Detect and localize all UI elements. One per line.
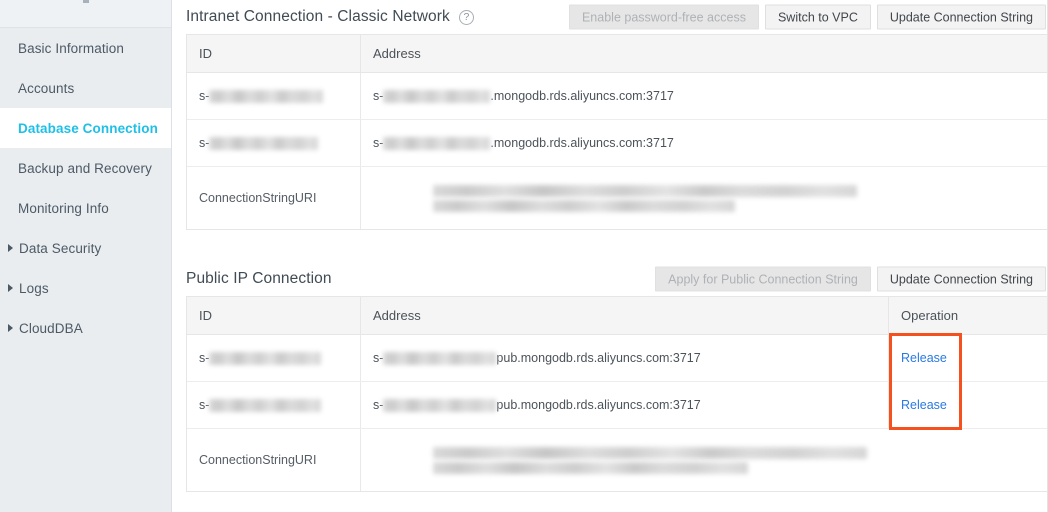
button-update-connection-string[interactable]: Update Connection String (876, 266, 1046, 292)
table-row-connection-string-uri: ConnectionStringURI (187, 429, 1047, 491)
question-circle-icon[interactable]: ? (458, 9, 474, 25)
button-switch-to-vpc[interactable]: Switch to VPC (764, 4, 871, 30)
id-prefix: s- (199, 351, 210, 365)
cell-uri-label: ConnectionStringURI (187, 429, 361, 491)
address-prefix: s- (373, 351, 384, 365)
chevron-right-icon (8, 244, 13, 252)
redacted-id-value (209, 351, 322, 365)
table-row-connection-string-uri: ConnectionStringURI (187, 167, 1047, 229)
redacted-address-value (383, 398, 497, 412)
sidebar-item-label: Basic Information (18, 40, 124, 56)
sidebar-item-label: Logs (19, 280, 49, 296)
cell-operation: Release (889, 335, 1047, 381)
column-header-id: ID (187, 35, 361, 72)
intranet-section-header: Intranet Connection - Classic Network ? … (172, 0, 1047, 34)
id-prefix: s- (199, 398, 210, 412)
table-row: s- s- pub.mongodb.rds.aliyuncs.com:3717 … (187, 335, 1047, 382)
column-header-address: Address (361, 297, 889, 334)
sidebar-menu: Basic Information Accounts Database Connec… (0, 28, 171, 348)
sidebar-item-clouddba[interactable]: CloudDBA (0, 308, 171, 348)
id-prefix: s- (199, 89, 210, 103)
redacted-id-value (209, 89, 324, 103)
button-update-connection-string[interactable]: Update Connection String (876, 4, 1046, 30)
redacted-address-value (383, 351, 497, 365)
collapse-handle-icon (82, 0, 89, 3)
cell-address: s- .mongodb.rds.aliyuncs.com:3717 (361, 120, 1047, 166)
intranet-connection-table: ID Address s- s- .mongodb.rds.aliyuncs.c… (186, 34, 1047, 230)
intranet-title: Intranet Connection - Classic Network (186, 8, 450, 25)
sidebar-partial-item-top[interactable] (0, 0, 171, 28)
table-row: s- s- pub.mongodb.rds.aliyuncs.com:3717 … (187, 382, 1047, 429)
table-header-row: ID Address (187, 35, 1047, 73)
cell-id: s- (187, 73, 361, 119)
public-title: Public IP Connection (186, 270, 332, 287)
redacted-address-value (383, 89, 491, 103)
cell-id: s- (187, 120, 361, 166)
address-prefix: s- (373, 89, 384, 103)
column-header-operation: Operation (901, 308, 959, 323)
sidebar-item-label: Backup and Recovery (18, 160, 152, 176)
cell-operation: Release (889, 382, 1047, 428)
column-header-id: ID (187, 297, 361, 334)
cell-address: s- pub.mongodb.rds.aliyuncs.com:3717 (361, 335, 889, 381)
redacted-address-value (383, 136, 491, 150)
sidebar-item-data-security[interactable]: Data Security (0, 228, 171, 268)
chevron-right-icon (8, 284, 13, 292)
sidebar-item-label: Data Security (19, 240, 102, 256)
sidebar-item-logs[interactable]: Logs (0, 268, 171, 308)
redacted-uri-value (433, 446, 867, 474)
redacted-id-value (209, 398, 322, 412)
sidebar-item-label: Database Connection (18, 120, 158, 136)
release-link[interactable]: Release (901, 351, 947, 365)
intranet-action-buttons: Enable password-free access Switch to VPC… (568, 4, 1046, 30)
sidebar-item-backup-and-recovery[interactable]: Backup and Recovery (0, 148, 171, 188)
id-prefix: s- (199, 136, 210, 150)
column-header-address: Address (373, 46, 421, 61)
sidebar-item-database-connection[interactable]: Database Connection (0, 108, 171, 148)
address-suffix: .mongodb.rds.aliyuncs.com:3717 (490, 136, 674, 150)
button-apply-for-public-connection-string: Apply for Public Connection String (655, 266, 871, 292)
page-root: Basic Information Accounts Database Connec… (0, 0, 1048, 512)
public-connection-table: ID Address Operation s- s- pub.mongodb.r… (186, 296, 1047, 492)
main-content: Intranet Connection - Classic Network ? … (172, 0, 1048, 512)
sidebar-item-label: CloudDBA (19, 320, 83, 336)
public-section-header: Public IP Connection Apply for Public Co… (172, 262, 1047, 296)
cell-uri-value (361, 429, 1047, 491)
table-header-row: ID Address Operation (187, 297, 1047, 335)
cell-uri-label: ConnectionStringURI (187, 167, 361, 229)
sidebar-item-label: Accounts (18, 80, 75, 96)
redacted-uri-value (433, 184, 857, 212)
sidebar-item-monitoring-info[interactable]: Monitoring Info (0, 188, 171, 228)
address-suffix: pub.mongodb.rds.aliyuncs.com:3717 (496, 398, 701, 412)
release-link[interactable]: Release (901, 398, 947, 412)
sidebar-item-label: Monitoring Info (18, 200, 109, 216)
cell-uri-value (361, 167, 1047, 229)
address-suffix: .mongodb.rds.aliyuncs.com:3717 (490, 89, 674, 103)
table-row: s- s- .mongodb.rds.aliyuncs.com:3717 (187, 120, 1047, 167)
address-prefix: s- (373, 136, 384, 150)
address-suffix: pub.mongodb.rds.aliyuncs.com:3717 (496, 351, 701, 365)
table-row: s- s- .mongodb.rds.aliyuncs.com:3717 (187, 73, 1047, 120)
sidebar-item-basic-information[interactable]: Basic Information (0, 28, 171, 68)
cell-id: s- (187, 335, 361, 381)
public-action-buttons: Apply for Public Connection String Update… (655, 266, 1046, 292)
cell-address: s- pub.mongodb.rds.aliyuncs.com:3717 (361, 382, 889, 428)
sidebar: Basic Information Accounts Database Connec… (0, 0, 172, 512)
address-prefix: s- (373, 398, 384, 412)
sidebar-item-accounts[interactable]: Accounts (0, 68, 171, 108)
cell-address: s- .mongodb.rds.aliyuncs.com:3717 (361, 73, 1047, 119)
button-enable-password-free-access: Enable password-free access (568, 4, 759, 30)
chevron-right-icon (8, 324, 13, 332)
cell-id: s- (187, 382, 361, 428)
redacted-id-value (209, 136, 319, 150)
